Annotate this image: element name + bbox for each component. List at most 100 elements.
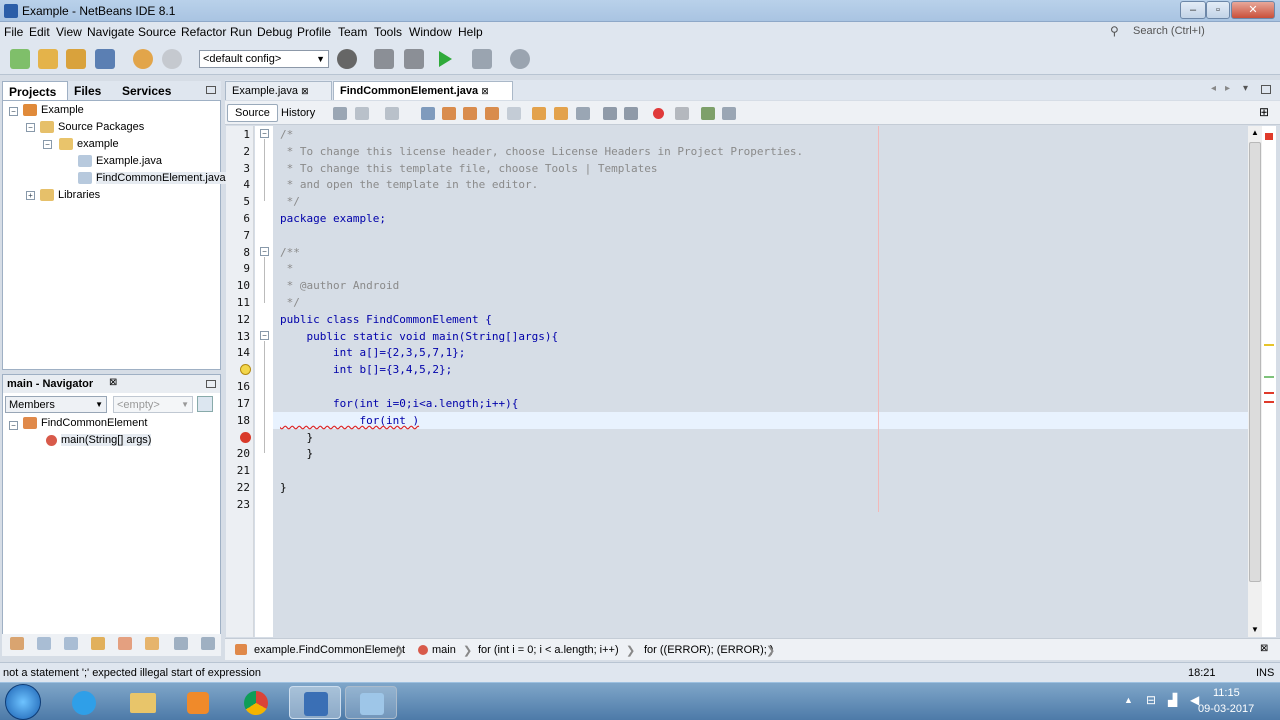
- debug-icon[interactable]: [472, 49, 492, 69]
- editor-scrollbar[interactable]: ▲ ▼: [1248, 126, 1262, 637]
- comment-icon[interactable]: [701, 107, 715, 120]
- redo-icon[interactable]: [162, 49, 182, 69]
- menu-file[interactable]: File: [4, 25, 23, 39]
- last-edit-icon[interactable]: [385, 107, 399, 120]
- open-project-icon[interactable]: [66, 49, 86, 69]
- build-icon[interactable]: [374, 49, 394, 69]
- rect-select-icon[interactable]: [507, 107, 521, 120]
- filter-icon[interactable]: [37, 637, 51, 650]
- clock-time[interactable]: 11:15: [1213, 687, 1240, 699]
- scroll-down-icon[interactable]: ▼: [1251, 625, 1259, 634]
- back-icon[interactable]: [333, 107, 347, 120]
- warning-marker[interactable]: [1264, 376, 1274, 378]
- breadcrumb-loop[interactable]: for (int i = 0; i < a.length; i++): [478, 644, 619, 656]
- tree-libraries[interactable]: Libraries: [40, 189, 100, 202]
- tab-files[interactable]: Files ⊠: [68, 81, 116, 111]
- warning-bulb-icon[interactable]: [240, 364, 251, 375]
- tab-findcommonelement-java[interactable]: FindCommonElement.java ⊠: [333, 81, 513, 100]
- breadcrumb-inner-loop[interactable]: for ((ERROR); (ERROR); ): [644, 644, 774, 656]
- network-icon[interactable]: ⊟: [1146, 693, 1156, 707]
- clean-build-icon[interactable]: [404, 49, 424, 69]
- shift-right-icon[interactable]: [624, 107, 638, 120]
- menu-edit[interactable]: Edit: [29, 25, 50, 39]
- tree-file-example-java[interactable]: Example.java: [78, 155, 162, 168]
- filter-icon[interactable]: [91, 637, 105, 650]
- menu-refactor[interactable]: Refactor: [181, 25, 226, 39]
- menu-run[interactable]: Run: [230, 25, 252, 39]
- expand-toggle[interactable]: +: [26, 191, 35, 200]
- close-button[interactable]: ✕: [1231, 1, 1275, 19]
- fold-toggle[interactable]: −: [260, 129, 269, 138]
- menu-debug[interactable]: Debug: [257, 25, 292, 39]
- tab-list-icon[interactable]: ▾: [1243, 83, 1248, 94]
- minimize-button[interactable]: –: [1180, 1, 1206, 19]
- breadcrumb-class[interactable]: example.FindCommonElement: [254, 644, 405, 656]
- error-marker[interactable]: [1264, 392, 1274, 394]
- collapse-toggle[interactable]: −: [43, 140, 52, 149]
- fold-toggle[interactable]: −: [260, 247, 269, 256]
- scrollbar-thumb[interactable]: [1249, 142, 1261, 582]
- filter-icon[interactable]: [10, 637, 24, 650]
- sort-icon[interactable]: [174, 637, 188, 650]
- tab-history[interactable]: History: [273, 104, 323, 122]
- minimize-panel-icon[interactable]: [206, 380, 216, 388]
- tree-project-example[interactable]: Example: [23, 104, 84, 117]
- shift-left-icon[interactable]: [603, 107, 617, 120]
- find-previous-icon[interactable]: [442, 107, 456, 120]
- menu-source[interactable]: Source: [138, 25, 176, 39]
- menu-view[interactable]: View: [56, 25, 82, 39]
- next-bookmark-icon[interactable]: [554, 107, 568, 120]
- tray-arrow-icon[interactable]: ▲: [1124, 695, 1133, 705]
- toggle-bookmark-icon[interactable]: [576, 107, 590, 120]
- file-explorer-icon[interactable]: [116, 686, 168, 719]
- collapse-toggle[interactable]: −: [26, 123, 35, 132]
- collapse-toggle[interactable]: −: [9, 421, 18, 430]
- profile-icon[interactable]: [510, 49, 530, 69]
- stop-macro-icon[interactable]: [675, 107, 689, 120]
- browser-icon[interactable]: [337, 49, 357, 69]
- collapse-toggle[interactable]: −: [9, 107, 18, 116]
- scroll-up-icon[interactable]: ▲: [1251, 128, 1259, 137]
- error-marker[interactable]: [1265, 133, 1273, 140]
- menu-window[interactable]: Window: [409, 25, 452, 39]
- filter-icon[interactable]: [118, 637, 132, 650]
- scroll-tabs-right-icon[interactable]: ▸: [1225, 83, 1230, 94]
- new-project-icon[interactable]: [38, 49, 58, 69]
- chrome-icon[interactable]: [230, 686, 282, 719]
- tab-example-java[interactable]: Example.java ⊠: [225, 81, 332, 100]
- menu-profile[interactable]: Profile: [297, 25, 331, 39]
- menu-help[interactable]: Help: [458, 25, 483, 39]
- config-select[interactable]: <default config> ▼: [199, 50, 329, 68]
- minimize-panel-icon[interactable]: [206, 86, 216, 94]
- start-button[interactable]: [5, 684, 41, 720]
- find-icon[interactable]: [421, 107, 435, 120]
- members-select[interactable]: Members ▼: [5, 396, 107, 413]
- fold-toggle[interactable]: −: [260, 331, 269, 340]
- sort-icon[interactable]: [201, 637, 215, 650]
- tree-source-packages[interactable]: Source Packages: [40, 121, 144, 134]
- menu-tools[interactable]: Tools: [374, 25, 402, 39]
- forward-icon[interactable]: [355, 107, 369, 120]
- nav-class-findcommonelement[interactable]: FindCommonElement: [23, 417, 147, 430]
- navigator-search-select[interactable]: <empty> ▼: [113, 396, 193, 413]
- close-icon[interactable]: ⊠: [1260, 643, 1268, 654]
- internet-explorer-icon[interactable]: [58, 686, 110, 719]
- navigator-options-icon[interactable]: [197, 396, 213, 412]
- tab-services[interactable]: Services ⊠: [116, 81, 186, 111]
- maximize-button[interactable]: ▫: [1206, 1, 1230, 19]
- filter-icon[interactable]: [64, 637, 78, 650]
- tab-projects[interactable]: Projects ⊠: [2, 81, 68, 112]
- new-file-icon[interactable]: [10, 49, 30, 69]
- toggle-highlight-icon[interactable]: [485, 107, 499, 120]
- undo-icon[interactable]: [133, 49, 153, 69]
- tree-package-example[interactable]: example: [59, 138, 119, 151]
- error-icon[interactable]: [240, 432, 251, 443]
- search-input[interactable]: Search (Ctrl+I): [1133, 25, 1205, 37]
- maximize-editor-icon[interactable]: [1261, 85, 1271, 94]
- signal-icon[interactable]: ▟: [1168, 693, 1177, 707]
- media-player-icon[interactable]: [172, 686, 224, 719]
- split-editor-icon[interactable]: ⊞: [1259, 105, 1269, 119]
- warning-marker[interactable]: [1264, 344, 1274, 346]
- quick-search[interactable]: ⚲ Search (Ctrl+I): [1108, 23, 1276, 41]
- menu-team[interactable]: Team: [338, 25, 367, 39]
